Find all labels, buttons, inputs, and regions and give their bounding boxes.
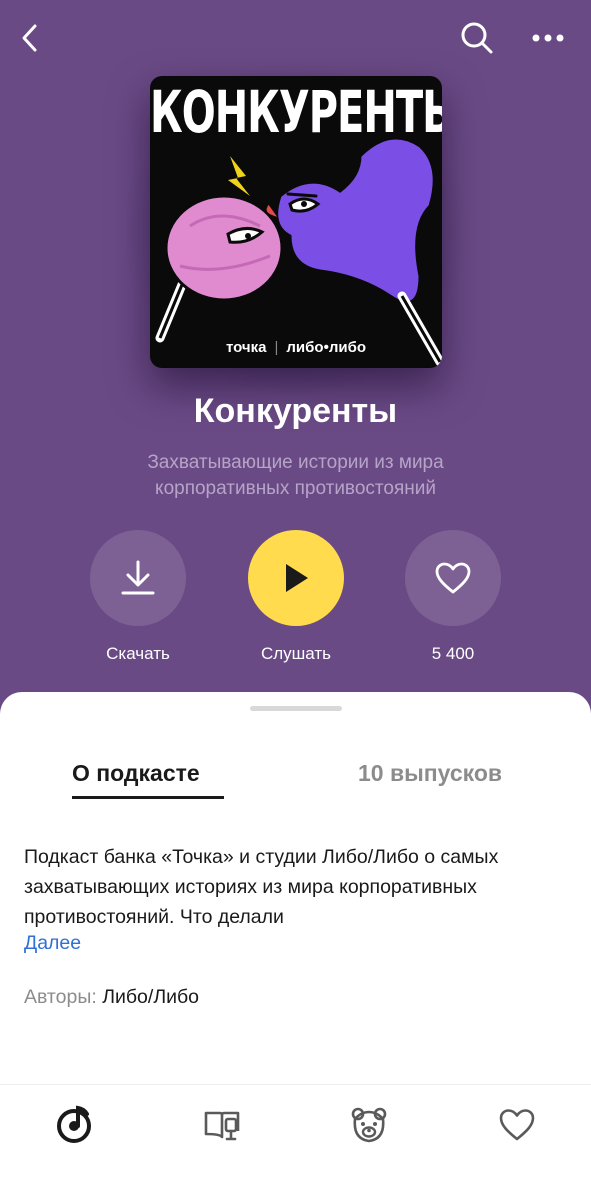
download-label: Скачать: [106, 644, 170, 663]
likes-count: 5 400: [431, 644, 475, 663]
chevron-left-icon: [22, 24, 37, 52]
like-action: 5 400: [403, 530, 503, 663]
podcast-header: КОНКУРЕНТЫ точка | либо•либо Конкуренты За…: [0, 0, 591, 760]
read-more-link[interactable]: Далее: [24, 932, 81, 955]
music-wave-icon: [57, 1105, 91, 1143]
play-button[interactable]: [248, 530, 344, 626]
podcast-title: Конкуренты: [193, 392, 398, 430]
cover-brand-right: либо•либо: [286, 339, 366, 356]
search-icon: [461, 22, 493, 54]
listen-action: Слушать: [246, 530, 346, 663]
tab-episodes-label: 10 выпусков: [358, 760, 503, 786]
nav-books[interactable]: [200, 1103, 244, 1147]
books-icon: [204, 1111, 240, 1141]
back-button[interactable]: [8, 16, 52, 60]
listen-label: Слушать: [260, 644, 332, 663]
tab-episodes[interactable]: 10 выпусков: [358, 760, 502, 787]
active-tab-indicator: [72, 796, 224, 799]
play-icon: [286, 564, 308, 592]
tab-about[interactable]: О подкасте: [72, 760, 224, 799]
download-icon: [121, 560, 155, 595]
podcast-cover: КОНКУРЕНТЫ точка | либо•либо: [150, 76, 442, 368]
more-button[interactable]: [526, 16, 570, 60]
more-dots-icon: [532, 34, 564, 42]
heart-outline-icon: [435, 562, 471, 594]
kids-bear-icon: [351, 1107, 387, 1143]
tab-about-label: О подкасте: [72, 760, 200, 786]
cover-brand-separator: |: [274, 339, 279, 356]
sheet-handle[interactable]: [250, 706, 342, 711]
nav-music[interactable]: [52, 1103, 96, 1147]
nav-kids[interactable]: [347, 1103, 391, 1147]
bottom-navigation: [0, 1084, 591, 1181]
like-button[interactable]: [405, 530, 501, 626]
podcast-subtitle: Захватывающие истории из мира корпоратив…: [147, 452, 444, 499]
download-button[interactable]: [90, 530, 186, 626]
authors-row: Авторы: Либо/Либо: [24, 986, 199, 1009]
authors-label: Авторы:: [24, 986, 97, 1008]
cover-brand: точка | либо•либо: [150, 339, 442, 356]
cover-brand-left: точка: [225, 339, 267, 356]
nav-favorites[interactable]: [495, 1103, 539, 1147]
podcast-description: Подкаст банка «Точка» и студии Либо/Либо…: [24, 846, 499, 928]
heart-icon: [499, 1109, 535, 1141]
cover-title: КОНКУРЕНТЫ: [150, 80, 442, 147]
download-action: Скачать: [88, 530, 188, 663]
authors-value[interactable]: Либо/Либо: [102, 986, 199, 1008]
search-button[interactable]: [455, 16, 499, 60]
